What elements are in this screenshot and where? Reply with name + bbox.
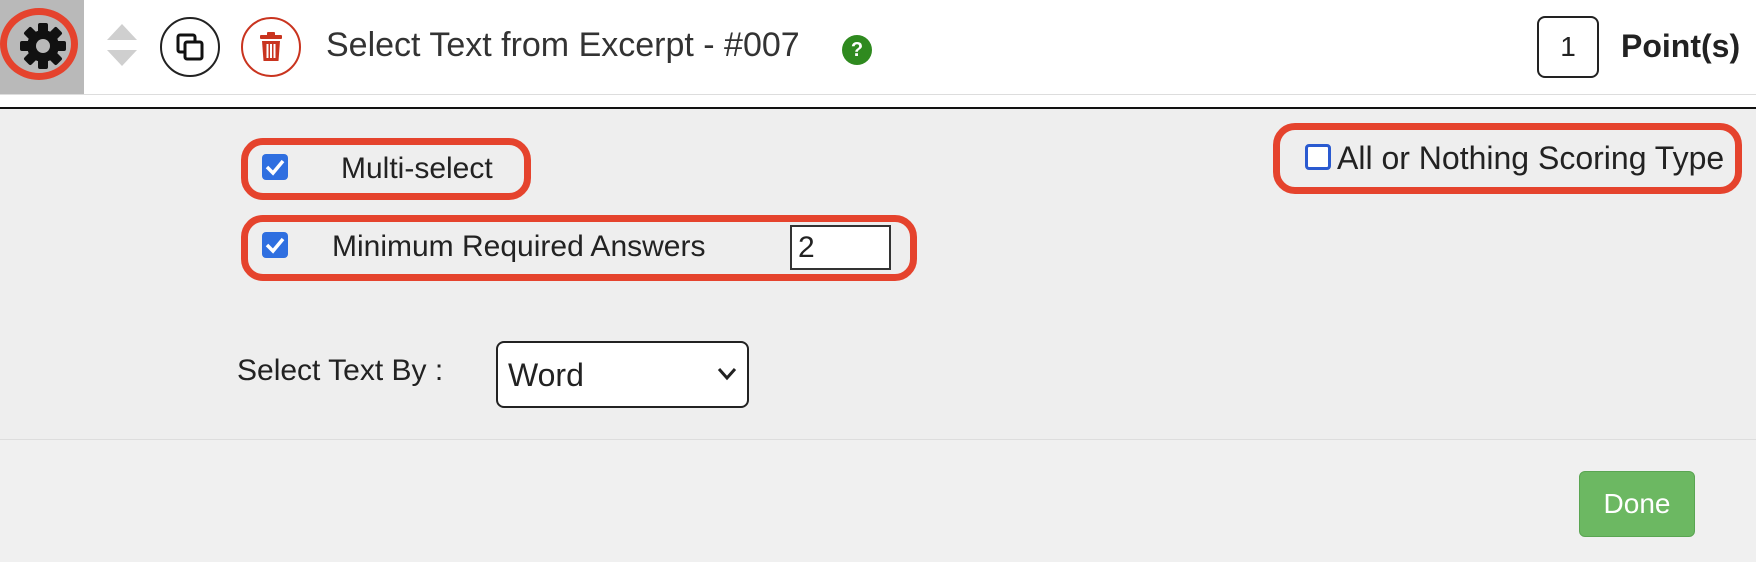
multi-select-label: Multi-select (341, 152, 493, 185)
copy-button[interactable] (160, 17, 220, 77)
all-or-nothing-label: All or Nothing Scoring Type (1337, 140, 1725, 176)
delete-button[interactable] (241, 17, 301, 77)
multi-select-checkbox[interactable] (262, 154, 288, 180)
min-required-input[interactable] (790, 225, 891, 270)
question-header: Select Text from Excerpt - #007 ? 1 Poin… (0, 0, 1756, 95)
select-text-by-value: Word (508, 357, 584, 393)
all-or-nothing-checkbox[interactable] (1305, 144, 1331, 170)
gear-highlight (0, 8, 78, 80)
trash-icon (260, 32, 282, 61)
select-text-by-dropdown[interactable]: Word (496, 341, 749, 408)
points-input[interactable]: 1 (1537, 16, 1599, 78)
done-button[interactable]: Done (1579, 471, 1695, 537)
sort-arrows-icon[interactable] (107, 24, 137, 66)
checkmark-icon (265, 159, 285, 176)
select-text-by-label: Select Text By : (237, 354, 444, 387)
checkmark-icon (265, 237, 285, 254)
question-title: Select Text from Excerpt - #007 (326, 26, 800, 64)
min-required-label: Minimum Required Answers (332, 230, 706, 263)
points-label: Point(s) (1621, 28, 1741, 64)
copy-icon (176, 33, 204, 61)
help-icon[interactable]: ? (842, 35, 872, 65)
chevron-down-icon (717, 368, 737, 381)
min-required-checkbox[interactable] (262, 232, 288, 258)
footer-bar (0, 440, 1756, 562)
